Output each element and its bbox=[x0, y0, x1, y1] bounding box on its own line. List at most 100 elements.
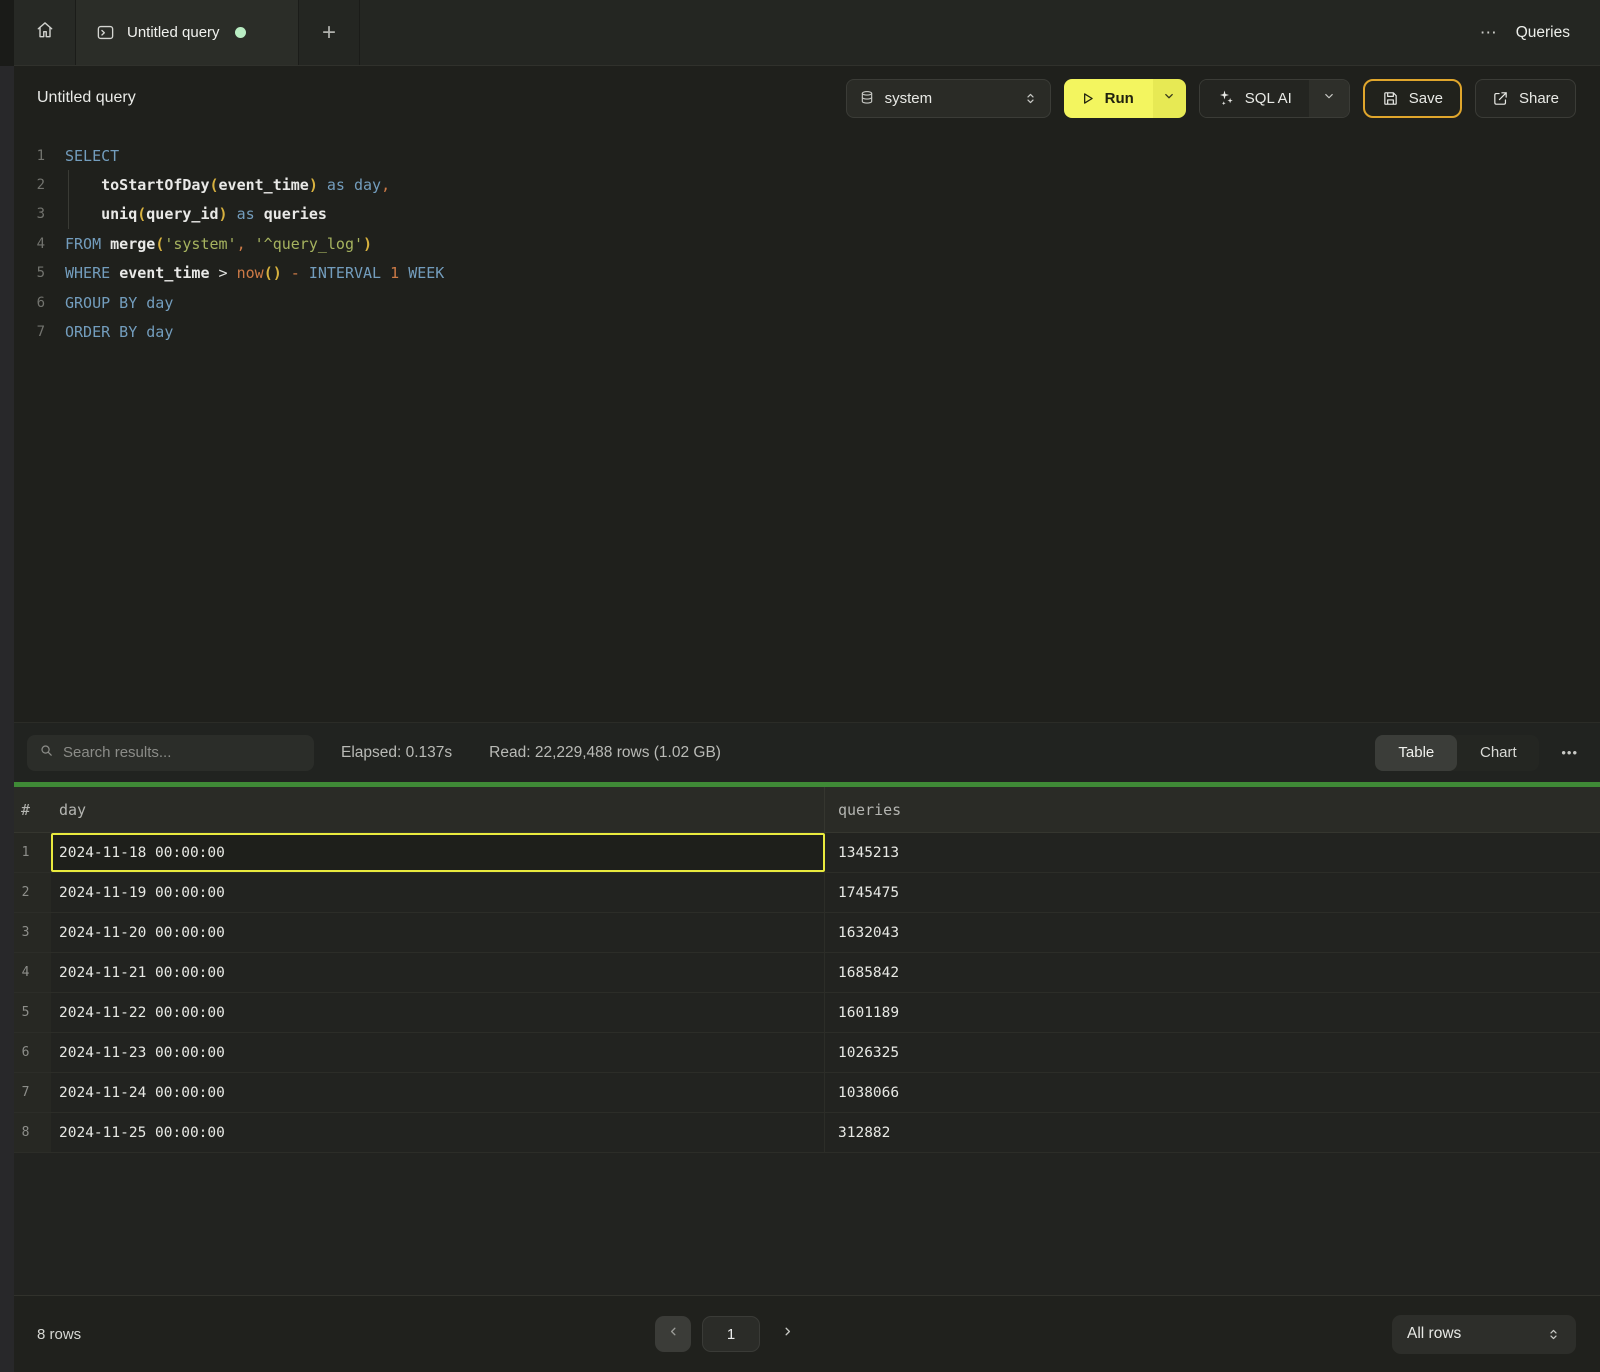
database-selector[interactable]: system bbox=[846, 79, 1051, 118]
code-line-6[interactable]: 6GROUP BY day bbox=[0, 288, 1600, 317]
table-row-1: 12024-11-18 00:00:001345213 bbox=[0, 833, 1600, 873]
cell-queries[interactable]: 1632043 bbox=[825, 913, 1600, 952]
topbar-right: ⋯ Queries bbox=[1480, 0, 1600, 65]
cell-queries[interactable]: 312882 bbox=[825, 1113, 1600, 1152]
unsaved-changes-dot bbox=[235, 27, 246, 38]
pagination: 1 bbox=[655, 1316, 802, 1352]
home-icon bbox=[35, 20, 55, 45]
code-text: GROUP BY day bbox=[65, 288, 173, 317]
column-header-queries[interactable]: queries bbox=[825, 787, 1600, 832]
table-empty-area bbox=[0, 1153, 1600, 1295]
elapsed-stat: Elapsed: 0.137s bbox=[341, 744, 452, 762]
table-row-5: 52024-11-22 00:00:001601189 bbox=[0, 993, 1600, 1033]
table-row-4: 42024-11-21 00:00:001685842 bbox=[0, 953, 1600, 993]
indent-guide bbox=[68, 170, 69, 199]
share-button[interactable]: Share bbox=[1475, 79, 1576, 118]
results-toolbar: Elapsed: 0.137s Read: 22,229,488 rows (1… bbox=[0, 722, 1600, 782]
previous-page-button[interactable] bbox=[655, 1316, 691, 1352]
select-updown-icon bbox=[1546, 1327, 1561, 1342]
read-stat: Read: 22,229,488 rows (1.02 GB) bbox=[489, 744, 721, 762]
collapsed-sidebar-strip[interactable] bbox=[0, 0, 14, 1372]
current-page-button[interactable]: 1 bbox=[702, 1316, 760, 1352]
code-text: uniq(query_id) as queries bbox=[65, 200, 327, 229]
table-row-6: 62024-11-23 00:00:001026325 bbox=[0, 1033, 1600, 1073]
cell-day[interactable]: 2024-11-19 00:00:00 bbox=[51, 873, 825, 912]
sql-ai-options-button[interactable] bbox=[1309, 80, 1349, 117]
table-row-2: 22024-11-19 00:00:001745475 bbox=[0, 873, 1600, 913]
chevron-right-icon bbox=[781, 1325, 794, 1343]
code-line-1[interactable]: 1SELECT bbox=[0, 141, 1600, 170]
run-button-label: Run bbox=[1105, 90, 1134, 107]
chevron-down-icon bbox=[1162, 89, 1176, 107]
next-page-button[interactable] bbox=[772, 1316, 802, 1352]
new-tab-button[interactable]: + bbox=[299, 0, 360, 65]
queries-breadcrumb[interactable]: Queries bbox=[1516, 24, 1570, 42]
sql-console-page: Untitled query + ⋯ Queries Untitled quer… bbox=[0, 0, 1600, 1372]
cell-queries[interactable]: 1026325 bbox=[825, 1033, 1600, 1072]
results-table: # day queries 12024-11-18 00:00:00134521… bbox=[0, 787, 1600, 1295]
table-row-7: 72024-11-24 00:00:001038066 bbox=[0, 1073, 1600, 1113]
code-line-5[interactable]: 5WHERE event_time > now() - INTERVAL 1 W… bbox=[0, 259, 1600, 288]
view-toggle: Table Chart bbox=[1375, 735, 1539, 771]
query-header: Untitled query system Run bbox=[0, 66, 1600, 130]
chevron-left-icon bbox=[667, 1325, 680, 1343]
tab-title: Untitled query bbox=[127, 24, 220, 41]
search-results-input[interactable] bbox=[63, 744, 302, 761]
top-tab-bar: Untitled query + ⋯ Queries bbox=[0, 0, 1600, 66]
breadcrumb-ellipsis-icon[interactable]: ⋯ bbox=[1480, 23, 1498, 43]
sql-editor-lines: 1SELECT2 toStartOfDay(event_time) as day… bbox=[0, 141, 1600, 347]
table-body: 12024-11-18 00:00:00134521322024-11-19 0… bbox=[0, 833, 1600, 1153]
cell-day[interactable]: 2024-11-22 00:00:00 bbox=[51, 993, 825, 1032]
search-icon bbox=[39, 743, 54, 763]
results-footer: 8 rows 1 All rows bbox=[0, 1295, 1600, 1372]
cell-queries[interactable]: 1601189 bbox=[825, 993, 1600, 1032]
sql-ai-button[interactable]: SQL AI bbox=[1200, 80, 1309, 117]
cell-day[interactable]: 2024-11-20 00:00:00 bbox=[51, 913, 825, 952]
run-options-button[interactable] bbox=[1153, 79, 1186, 118]
results-options-icon[interactable]: ••• bbox=[1561, 745, 1578, 760]
cell-day[interactable]: 2024-11-24 00:00:00 bbox=[51, 1073, 825, 1112]
external-link-icon bbox=[1492, 90, 1509, 107]
plus-icon: + bbox=[322, 19, 336, 47]
database-icon bbox=[859, 90, 875, 106]
header-actions: system Run bbox=[846, 79, 1576, 118]
code-line-3[interactable]: 3 uniq(query_id) as queries bbox=[0, 200, 1600, 229]
save-button[interactable]: Save bbox=[1363, 79, 1462, 118]
cell-day[interactable]: 2024-11-23 00:00:00 bbox=[51, 1033, 825, 1072]
search-results-box[interactable] bbox=[27, 735, 314, 771]
code-text: WHERE event_time > now() - INTERVAL 1 WE… bbox=[65, 259, 444, 288]
sql-editor[interactable]: 1SELECT2 toStartOfDay(event_time) as day… bbox=[0, 130, 1600, 722]
cell-day[interactable]: 2024-11-18 00:00:00 bbox=[51, 833, 825, 872]
page-size-selector[interactable]: All rows bbox=[1392, 1315, 1576, 1354]
terminal-icon bbox=[96, 23, 115, 42]
code-line-2[interactable]: 2 toStartOfDay(event_time) as day, bbox=[0, 170, 1600, 199]
cell-queries[interactable]: 1345213 bbox=[825, 833, 1600, 872]
save-icon bbox=[1382, 90, 1399, 107]
chart-view-tab[interactable]: Chart bbox=[1457, 735, 1539, 771]
chevron-down-icon bbox=[1322, 89, 1336, 107]
tab-untitled-query[interactable]: Untitled query bbox=[76, 0, 299, 65]
query-title[interactable]: Untitled query bbox=[37, 89, 136, 107]
code-text: FROM merge('system', '^query_log') bbox=[65, 229, 372, 258]
share-button-label: Share bbox=[1519, 90, 1559, 107]
table-view-tab[interactable]: Table bbox=[1375, 735, 1457, 771]
code-line-4[interactable]: 4FROM merge('system', '^query_log') bbox=[0, 229, 1600, 258]
table-row-8: 82024-11-25 00:00:00312882 bbox=[0, 1113, 1600, 1153]
cell-queries[interactable]: 1745475 bbox=[825, 873, 1600, 912]
cell-day[interactable]: 2024-11-21 00:00:00 bbox=[51, 953, 825, 992]
cell-queries[interactable]: 1038066 bbox=[825, 1073, 1600, 1112]
cell-day[interactable]: 2024-11-25 00:00:00 bbox=[51, 1113, 825, 1152]
sql-ai-button-group: SQL AI bbox=[1199, 79, 1350, 118]
indent-guide bbox=[68, 200, 69, 229]
table-row-3: 32024-11-20 00:00:001632043 bbox=[0, 913, 1600, 953]
select-updown-icon bbox=[1023, 91, 1038, 106]
cell-queries[interactable]: 1685842 bbox=[825, 953, 1600, 992]
run-button[interactable]: Run bbox=[1064, 79, 1153, 118]
column-header-day[interactable]: day bbox=[51, 787, 825, 832]
code-line-7[interactable]: 7ORDER BY day bbox=[0, 317, 1600, 346]
table-header-row: # day queries bbox=[0, 787, 1600, 833]
code-text: ORDER BY day bbox=[65, 317, 173, 346]
home-tab-button[interactable] bbox=[14, 0, 76, 65]
run-button-group: Run bbox=[1064, 79, 1186, 118]
sidebar-strip-top bbox=[0, 0, 14, 66]
